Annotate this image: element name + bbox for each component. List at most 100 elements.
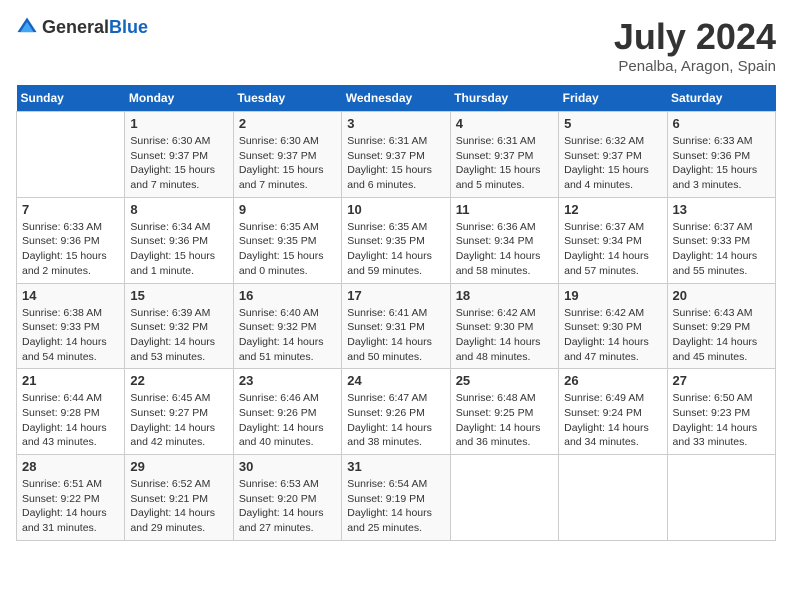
calendar-cell: 9 Sunrise: 6:35 AM Sunset: 9:35 PM Daylig… <box>233 197 341 283</box>
calendar-header-thursday: Thursday <box>450 85 558 112</box>
calendar-cell: 10Sunrise: 6:35 AM Sunset: 9:35 PM Dayli… <box>342 197 450 283</box>
day-info: Sunrise: 6:37 AM Sunset: 9:34 PM Dayligh… <box>564 220 661 279</box>
logo-text-general: General <box>42 17 109 37</box>
calendar-cell: 17 Sunrise: 6:41 AM Sunset: 9:31 PM Dayli… <box>342 283 450 369</box>
day-number: 27 <box>673 373 770 388</box>
calendar-header-row: SundayMondayTuesdayWednesdayThursdayFrid… <box>17 85 776 112</box>
day-number: 28 <box>22 459 119 474</box>
calendar-cell: 6Sunrise: 6:33 AM Sunset: 9:36 PM Daylig… <box>667 112 775 198</box>
calendar-header-tuesday: Tuesday <box>233 85 341 112</box>
subtitle: Penalba, Aragon, Spain <box>614 58 776 75</box>
day-info: Sunrise: 6:46 AM Sunset: 9:26 PM Dayligh… <box>239 391 336 450</box>
calendar-cell: 12 Sunrise: 6:37 AM Sunset: 9:34 PM Dayli… <box>559 197 667 283</box>
day-info: Sunrise: 6:31 AM Sunset: 9:37 PM Dayligh… <box>347 134 444 193</box>
day-info: Sunrise: 6:41 AM Sunset: 9:31 PM Dayligh… <box>347 306 444 365</box>
day-number: 4 <box>456 116 553 131</box>
day-info: Sunrise: 6:37 AM Sunset: 9:33 PM Dayligh… <box>673 220 770 279</box>
day-info: Sunrise: 6:52 AM Sunset: 9:21 PM Dayligh… <box>130 477 227 536</box>
day-info: Sunrise: 6:36 AM Sunset: 9:34 PM Dayligh… <box>456 220 553 279</box>
day-number: 24 <box>347 373 444 388</box>
calendar-cell: 19 Sunrise: 6:42 AM Sunset: 9:30 PM Dayli… <box>559 283 667 369</box>
day-info: Sunrise: 6:35 AM Sunset: 9:35 PM Dayligh… <box>239 220 336 279</box>
calendar-cell: 22 Sunrise: 6:45 AM Sunset: 9:27 PM Dayli… <box>125 369 233 455</box>
day-number: 20 <box>673 288 770 303</box>
calendar-header-wednesday: Wednesday <box>342 85 450 112</box>
calendar-week-row: 7 Sunrise: 6:33 AM Sunset: 9:36 PM Daylig… <box>17 197 776 283</box>
day-info: Sunrise: 6:50 AM Sunset: 9:23 PM Dayligh… <box>673 391 770 450</box>
calendar-cell: 23 Sunrise: 6:46 AM Sunset: 9:26 PM Dayli… <box>233 369 341 455</box>
calendar-header-friday: Friday <box>559 85 667 112</box>
day-number: 9 <box>239 202 336 217</box>
day-number: 14 <box>22 288 119 303</box>
day-info: Sunrise: 6:42 AM Sunset: 9:30 PM Dayligh… <box>564 306 661 365</box>
day-number: 16 <box>239 288 336 303</box>
logo: GeneralBlue <box>16 16 148 38</box>
calendar-header-monday: Monday <box>125 85 233 112</box>
day-info: Sunrise: 6:38 AM Sunset: 9:33 PM Dayligh… <box>22 306 119 365</box>
day-info: Sunrise: 6:44 AM Sunset: 9:28 PM Dayligh… <box>22 391 119 450</box>
day-number: 21 <box>22 373 119 388</box>
calendar-cell: 15 Sunrise: 6:39 AM Sunset: 9:32 PM Dayli… <box>125 283 233 369</box>
day-info: Sunrise: 6:43 AM Sunset: 9:29 PM Dayligh… <box>673 306 770 365</box>
day-number: 13 <box>673 202 770 217</box>
day-info: Sunrise: 6:48 AM Sunset: 9:25 PM Dayligh… <box>456 391 553 450</box>
day-number: 22 <box>130 373 227 388</box>
calendar-cell: 18 Sunrise: 6:42 AM Sunset: 9:30 PM Dayli… <box>450 283 558 369</box>
calendar-cell: 4 Sunrise: 6:31 AM Sunset: 9:37 PM Daylig… <box>450 112 558 198</box>
day-info: Sunrise: 6:53 AM Sunset: 9:20 PM Dayligh… <box>239 477 336 536</box>
day-info: Sunrise: 6:33 AM Sunset: 9:36 PM Dayligh… <box>22 220 119 279</box>
day-number: 3 <box>347 116 444 131</box>
calendar-cell: 28 Sunrise: 6:51 AM Sunset: 9:22 PM Dayli… <box>17 455 125 541</box>
day-number: 15 <box>130 288 227 303</box>
day-info: Sunrise: 6:49 AM Sunset: 9:24 PM Dayligh… <box>564 391 661 450</box>
calendar-header-saturday: Saturday <box>667 85 775 112</box>
day-number: 31 <box>347 459 444 474</box>
day-info: Sunrise: 6:34 AM Sunset: 9:36 PM Dayligh… <box>130 220 227 279</box>
calendar-cell: 26 Sunrise: 6:49 AM Sunset: 9:24 PM Dayli… <box>559 369 667 455</box>
day-number: 5 <box>564 116 661 131</box>
calendar-cell <box>559 455 667 541</box>
day-number: 7 <box>22 202 119 217</box>
title-block: July 2024 Penalba, Aragon, Spain <box>614 16 776 75</box>
calendar-cell: 25 Sunrise: 6:48 AM Sunset: 9:25 PM Dayli… <box>450 369 558 455</box>
calendar-cell: 5 Sunrise: 6:32 AM Sunset: 9:37 PM Daylig… <box>559 112 667 198</box>
calendar-cell: 3 Sunrise: 6:31 AM Sunset: 9:37 PM Daylig… <box>342 112 450 198</box>
day-number: 10 <box>347 202 444 217</box>
day-number: 19 <box>564 288 661 303</box>
day-number: 25 <box>456 373 553 388</box>
day-info: Sunrise: 6:47 AM Sunset: 9:26 PM Dayligh… <box>347 391 444 450</box>
calendar-cell: 27 Sunrise: 6:50 AM Sunset: 9:23 PM Dayli… <box>667 369 775 455</box>
calendar-cell: 7 Sunrise: 6:33 AM Sunset: 9:36 PM Daylig… <box>17 197 125 283</box>
day-info: Sunrise: 6:54 AM Sunset: 9:19 PM Dayligh… <box>347 477 444 536</box>
calendar-cell: 11 Sunrise: 6:36 AM Sunset: 9:34 PM Dayli… <box>450 197 558 283</box>
day-info: Sunrise: 6:39 AM Sunset: 9:32 PM Dayligh… <box>130 306 227 365</box>
main-title: July 2024 <box>614 16 776 58</box>
day-number: 17 <box>347 288 444 303</box>
day-info: Sunrise: 6:30 AM Sunset: 9:37 PM Dayligh… <box>239 134 336 193</box>
day-number: 23 <box>239 373 336 388</box>
calendar-cell: 8Sunrise: 6:34 AM Sunset: 9:36 PM Daylig… <box>125 197 233 283</box>
calendar-cell: 24 Sunrise: 6:47 AM Sunset: 9:26 PM Dayli… <box>342 369 450 455</box>
calendar-cell: 16Sunrise: 6:40 AM Sunset: 9:32 PM Dayli… <box>233 283 341 369</box>
calendar-week-row: 1Sunrise: 6:30 AM Sunset: 9:37 PM Daylig… <box>17 112 776 198</box>
day-info: Sunrise: 6:42 AM Sunset: 9:30 PM Dayligh… <box>456 306 553 365</box>
day-info: Sunrise: 6:33 AM Sunset: 9:36 PM Dayligh… <box>673 134 770 193</box>
logo-icon <box>16 16 38 38</box>
day-number: 30 <box>239 459 336 474</box>
day-number: 12 <box>564 202 661 217</box>
day-info: Sunrise: 6:45 AM Sunset: 9:27 PM Dayligh… <box>130 391 227 450</box>
day-info: Sunrise: 6:31 AM Sunset: 9:37 PM Dayligh… <box>456 134 553 193</box>
day-info: Sunrise: 6:51 AM Sunset: 9:22 PM Dayligh… <box>22 477 119 536</box>
calendar-cell <box>667 455 775 541</box>
calendar-cell: 13 Sunrise: 6:37 AM Sunset: 9:33 PM Dayli… <box>667 197 775 283</box>
calendar-cell: 21 Sunrise: 6:44 AM Sunset: 9:28 PM Dayli… <box>17 369 125 455</box>
calendar-cell: 31 Sunrise: 6:54 AM Sunset: 9:19 PM Dayli… <box>342 455 450 541</box>
day-number: 2 <box>239 116 336 131</box>
calendar-cell: 2 Sunrise: 6:30 AM Sunset: 9:37 PM Daylig… <box>233 112 341 198</box>
day-number: 26 <box>564 373 661 388</box>
day-info: Sunrise: 6:32 AM Sunset: 9:37 PM Dayligh… <box>564 134 661 193</box>
day-number: 18 <box>456 288 553 303</box>
day-info: Sunrise: 6:30 AM Sunset: 9:37 PM Dayligh… <box>130 134 227 193</box>
day-number: 11 <box>456 202 553 217</box>
page-header: GeneralBlue July 2024 Penalba, Aragon, S… <box>16 16 776 75</box>
